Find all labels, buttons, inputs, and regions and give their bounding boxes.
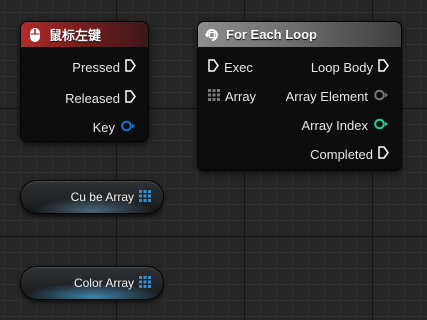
integer-output-pin-icon[interactable]: [373, 118, 389, 133]
pin-label-loop-body: Loop Body: [310, 59, 373, 75]
pin-label-array: Array: [225, 89, 257, 104]
mouse-node-title: 鼠标左键: [49, 28, 102, 43]
pin-row-pressed[interactable]: Pressed: [72, 59, 136, 75]
pin-label-key: Key: [92, 120, 115, 135]
pin-label-released: Released: [65, 90, 120, 106]
color-array-variable-node[interactable]: Color Array: [20, 266, 164, 300]
wildcard-output-pin-icon[interactable]: [373, 89, 389, 104]
for-each-loop-node[interactable]: For Each Loop Exec Array Loop Body Array…: [197, 21, 402, 171]
exec-output-pin-icon[interactable]: [378, 146, 389, 162]
pin-label-pressed: Pressed: [72, 59, 120, 75]
cube-array-variable-node[interactable]: Cu be Array: [20, 180, 164, 214]
pin-row-key[interactable]: Key: [93, 120, 136, 135]
cube-array-label: Cu be Array: [70, 190, 134, 204]
exec-input-pin-icon[interactable]: [208, 59, 219, 75]
mouse-left-button-node[interactable]: 鼠标左键 Pressed Released Key: [20, 21, 149, 142]
pin-row-loop-body[interactable]: Loop Body: [311, 59, 389, 75]
loop-node-header[interactable]: For Each Loop: [198, 22, 401, 47]
pin-row-released[interactable]: Released: [65, 90, 136, 106]
key-output-pin-icon[interactable]: [120, 120, 136, 135]
pin-label-completed: Completed: [310, 146, 373, 162]
pin-row-array-index[interactable]: Array Index: [302, 118, 389, 133]
array-output-pin-icon[interactable]: [139, 275, 151, 291]
loop-icon: [204, 27, 220, 43]
exec-output-pin-icon[interactable]: [125, 90, 136, 106]
exec-output-pin-icon[interactable]: [378, 59, 389, 75]
array-output-pin-icon[interactable]: [139, 189, 151, 205]
mouse-icon: [27, 27, 43, 43]
pin-row-exec[interactable]: Exec: [208, 59, 253, 75]
pin-label-exec: Exec: [224, 59, 253, 75]
pin-row-completed[interactable]: Completed: [310, 146, 389, 162]
pin-row-array[interactable]: Array: [208, 89, 256, 104]
loop-node-title: For Each Loop: [226, 27, 317, 42]
pin-row-array-element[interactable]: Array Element: [286, 89, 389, 104]
color-array-label: Color Array: [73, 276, 134, 290]
array-input-pin-icon[interactable]: [208, 89, 220, 104]
pin-label-array-index: Array Index: [301, 118, 368, 133]
mouse-node-header[interactable]: 鼠标左键: [21, 22, 148, 47]
exec-output-pin-icon[interactable]: [125, 59, 136, 75]
pin-label-array-element: Array Element: [285, 89, 368, 104]
